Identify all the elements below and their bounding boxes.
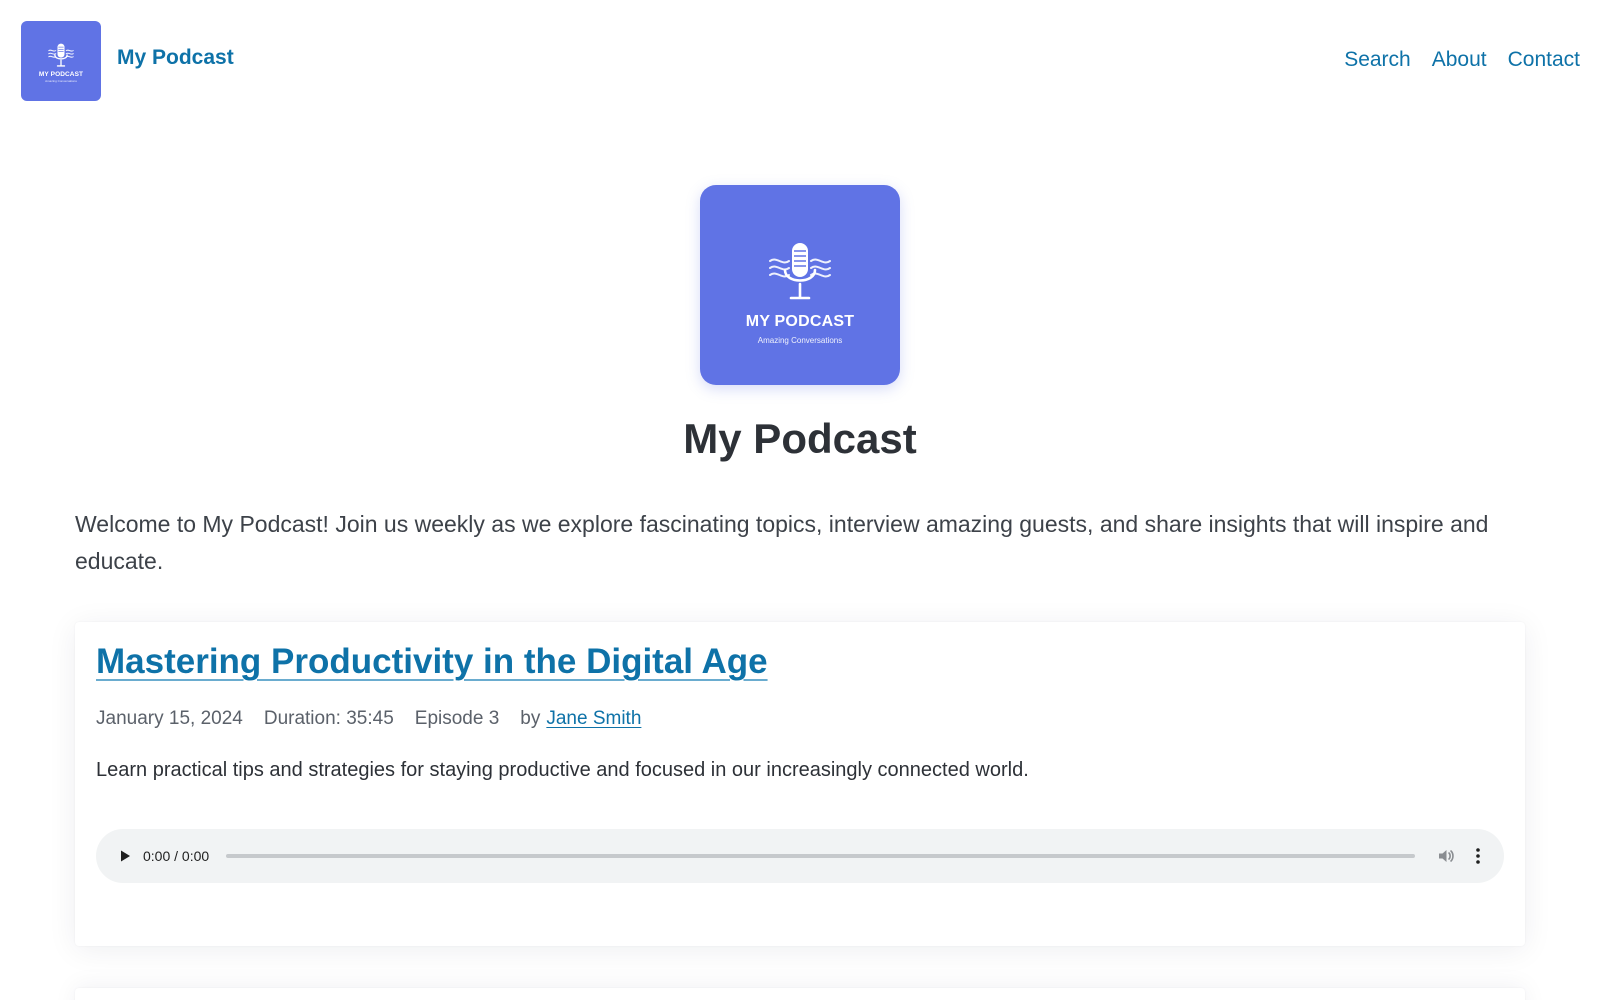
play-icon bbox=[121, 850, 130, 862]
nav-about-link[interactable]: About bbox=[1432, 48, 1487, 72]
podcast-cover-art: MY PODCAST Amazing Conversations bbox=[700, 185, 900, 385]
site-header: MY PODCAST Amazing Conversations My Podc… bbox=[0, 0, 1600, 120]
nav-search-link[interactable]: Search bbox=[1344, 48, 1411, 72]
logo-tagline: Amazing Conversations bbox=[45, 79, 77, 83]
cover-tagline: Amazing Conversations bbox=[757, 336, 843, 345]
more-options-button[interactable] bbox=[1468, 846, 1488, 866]
audio-seek-bar[interactable] bbox=[226, 854, 1415, 858]
author-link[interactable]: Jane Smith bbox=[546, 708, 641, 729]
episode-number: Episode 3 bbox=[414, 708, 500, 729]
site-title-link[interactable]: My Podcast bbox=[117, 46, 234, 70]
logo-title: MY PODCAST bbox=[38, 71, 84, 78]
cover-title: MY PODCAST bbox=[745, 313, 855, 330]
microphone-icon bbox=[769, 243, 831, 300]
episode-author: by Jane Smith bbox=[520, 708, 641, 730]
audio-time: 0:00 / 0:00 bbox=[143, 848, 210, 864]
volume-button[interactable] bbox=[1436, 846, 1456, 866]
episode-description: Learn practical tips and strategies for … bbox=[96, 759, 1029, 781]
episode-duration: Duration: 35:45 bbox=[263, 708, 394, 729]
microphone-icon bbox=[48, 43, 74, 67]
page-title: My Podcast bbox=[683, 415, 917, 462]
episode-title-link[interactable]: Mastering Productivity in the Digital Ag… bbox=[96, 642, 768, 682]
main-nav: Search About Contact bbox=[1323, 48, 1580, 72]
header-logo[interactable]: MY PODCAST Amazing Conversations bbox=[21, 21, 101, 101]
author-prefix: by bbox=[520, 708, 541, 729]
episode-meta: January 15, 2024 Duration: 35:45 Episode… bbox=[96, 708, 641, 730]
podcast-intro: Welcome to My Podcast! Join us weekly as… bbox=[75, 511, 1489, 574]
episode-card bbox=[75, 988, 1525, 1000]
episode-date: January 15, 2024 bbox=[96, 708, 243, 729]
audio-player: 0:00 / 0:00 bbox=[96, 829, 1504, 883]
episode-card: Mastering Productivity in the Digital Ag… bbox=[75, 622, 1525, 946]
more-vertical-icon bbox=[1476, 848, 1480, 864]
volume-icon bbox=[1439, 850, 1454, 862]
nav-contact-link[interactable]: Contact bbox=[1508, 48, 1580, 72]
play-button[interactable] bbox=[116, 847, 134, 865]
